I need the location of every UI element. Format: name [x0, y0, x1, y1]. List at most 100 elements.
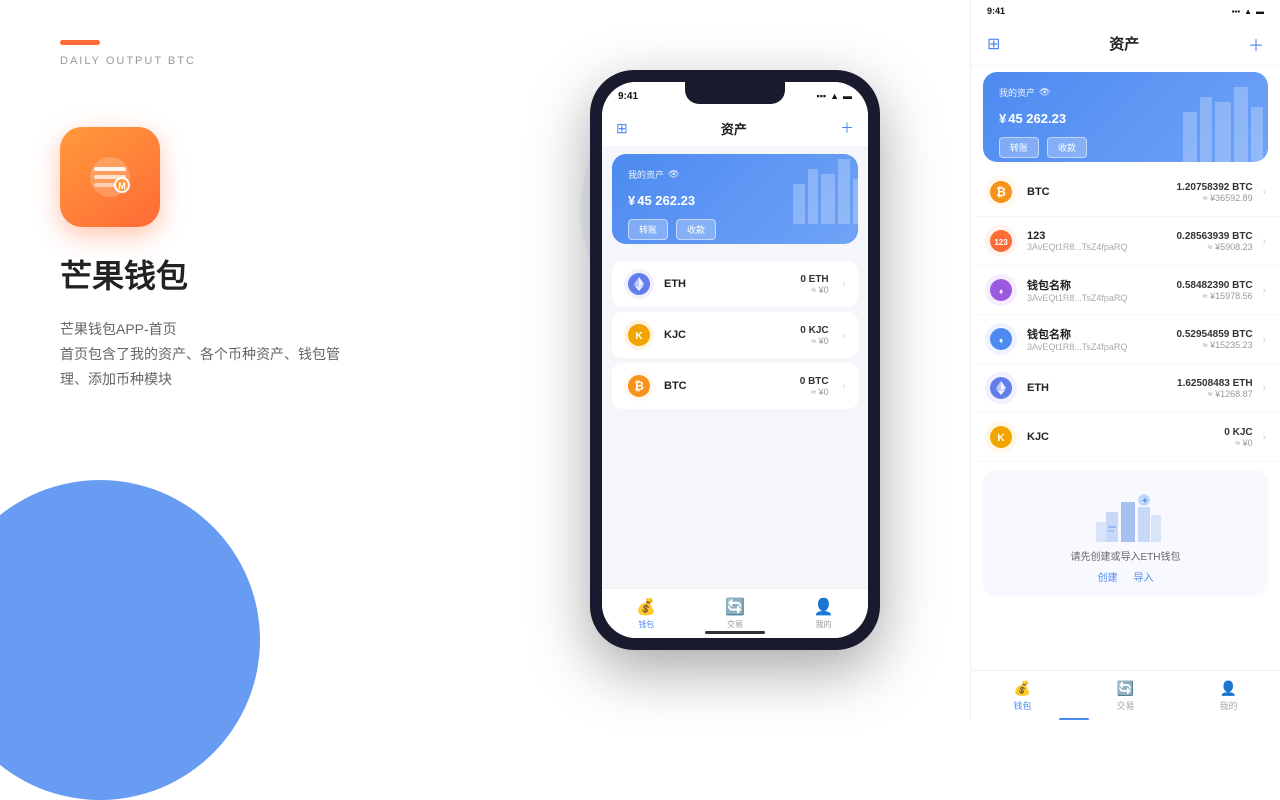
right-kjc-info: KJC: [1027, 431, 1214, 443]
right-panel: 9:41 ▪▪▪ ▲ ▬ ⊞ 资产 ＋ 我的资产 👁 ¥45 262.23 转账: [970, 0, 1280, 720]
phone-nav-trade[interactable]: 🔄 交易: [725, 597, 745, 630]
kjc-name: KJC: [664, 329, 790, 341]
mine-nav-icon: 👤: [814, 597, 834, 617]
right-header: ⊞ 资产 ＋: [971, 22, 1280, 66]
eth-import-link[interactable]: 导入: [1134, 569, 1154, 584]
home-indicator: [705, 631, 765, 634]
grid-icon[interactable]: ⊞: [616, 120, 628, 137]
phone-header: ⊞ 资产 ＋: [602, 110, 868, 146]
right-receive-btn[interactable]: 收款: [1047, 137, 1087, 158]
app-desc: 芒果钱包APP-首页 首页包含了我的资产、各个币种资产、钱包管 理、添加币种模块: [60, 317, 430, 393]
phone-notch: [685, 82, 785, 104]
app-desc-line1: 芒果钱包APP-首页: [60, 317, 430, 342]
right-btc-amount: 1.20758392 BTC: [1176, 182, 1252, 193]
right-coin-eth[interactable]: ETH 1.62508483 ETH ≈ ¥1268.87 ›: [971, 364, 1280, 413]
kjc-icon: K: [624, 320, 654, 350]
right-grid-icon[interactable]: ⊞: [987, 34, 1000, 54]
eye-icon[interactable]: 👁: [668, 169, 679, 180]
right-wallet2-name: 钱包名称: [1027, 326, 1166, 342]
phone-time: 9:41: [618, 91, 638, 102]
right-eye-icon[interactable]: 👁: [1039, 87, 1050, 98]
right-eth-arrow: ›: [1263, 383, 1266, 394]
right-coin-wallet2[interactable]: ♦ 钱包名称 3AvEQt1R8...TsZ4fpaRQ 0.52954859 …: [971, 315, 1280, 364]
phone-coin-btc[interactable]: ₿ BTC 0 BTC ≈ ¥0 ›: [612, 363, 858, 409]
right-wallet1-values: 0.58482390 BTC ≈ ¥15978.56: [1176, 280, 1252, 301]
wifi-icon: ▲: [830, 91, 839, 101]
right-wallet1-value: ≈ ¥15978.56: [1176, 291, 1252, 301]
svg-text:+: +: [1142, 496, 1148, 507]
right-coin-123[interactable]: 123 123 3AvEQt1R8...TsZ4fpaRQ 0.28563939…: [971, 217, 1280, 266]
eth-create-link[interactable]: 创建: [1098, 569, 1118, 584]
right-wallet1-arrow: ›: [1263, 285, 1266, 296]
right-wallet1-addr: 3AvEQt1R8...TsZ4fpaRQ: [1027, 293, 1166, 303]
right-kjc-icon: K: [985, 421, 1017, 453]
phone-section: 9:41 ▪▪▪ ▲ ▬ ⊞ 资产 ＋: [490, 0, 980, 720]
kjc-right: 0 KJC ≈ ¥0: [800, 325, 828, 346]
right-123-name: 123: [1027, 230, 1166, 242]
right-signal-icon: ▪▪▪: [1232, 7, 1241, 16]
right-wallet1-icon: ♦: [985, 274, 1017, 306]
right-coin-wallet1[interactable]: ♦ 钱包名称 3AvEQt1R8...TsZ4fpaRQ 0.58482390 …: [971, 266, 1280, 315]
phone-transfer-btn[interactable]: 转账: [628, 219, 668, 240]
right-eth-values: 1.62508483 ETH ≈ ¥1268.87: [1177, 378, 1253, 399]
right-123-arrow: ›: [1263, 236, 1266, 247]
right-header-title: 资产: [1109, 33, 1139, 54]
right-eth-icon: [985, 372, 1017, 404]
eth-prompt: + 请先创建或导入ETH钱包 创建 导入: [983, 470, 1268, 596]
eth-prompt-text: 请先创建或导入ETH钱包: [1071, 548, 1181, 563]
left-panel: DAILY OUTPUT BTC M 芒果钱包 芒果钱包APP-首页 首页包含了…: [0, 0, 490, 720]
right-123-values: 0.28563939 BTC ≈ ¥5908.23: [1176, 231, 1252, 252]
add-icon[interactable]: ＋: [840, 118, 854, 138]
right-wallet1-name: 钱包名称: [1027, 277, 1166, 293]
svg-text:123: 123: [994, 238, 1008, 247]
phone-nav-wallet[interactable]: 💰 钱包: [636, 597, 656, 630]
phone-receive-btn[interactable]: 收款: [676, 219, 716, 240]
right-kjc-arrow: ›: [1263, 432, 1266, 443]
right-asset-card: 我的资产 👁 ¥45 262.23 转账 收款: [983, 72, 1268, 162]
phone-screen: 9:41 ▪▪▪ ▲ ▬ ⊞ 资产 ＋: [602, 82, 868, 638]
phone-asset-card: 我的资产 👁 ¥45 262.23 转账 收款: [612, 154, 858, 244]
right-wallet2-value: ≈ ¥15235.23: [1176, 340, 1252, 350]
right-btc-value: ≈ ¥36592.89: [1176, 193, 1252, 203]
phone-nav-mine[interactable]: 👤 我的: [814, 597, 834, 630]
right-123-info: 123 3AvEQt1R8...TsZ4fpaRQ: [1027, 230, 1166, 252]
eth-right: 0 ETH ≈ ¥0: [800, 274, 828, 295]
wallet-nav-icon: 💰: [636, 597, 656, 617]
btc-value: ≈ ¥0: [800, 387, 829, 397]
right-transfer-btn[interactable]: 转账: [999, 137, 1039, 158]
right-nav-mine[interactable]: 👤 我的: [1219, 680, 1237, 712]
right-123-value: ≈ ¥5908.23: [1176, 242, 1252, 252]
right-nav-wallet[interactable]: 💰 钱包: [1013, 680, 1031, 712]
right-123-addr: 3AvEQt1R8...TsZ4fpaRQ: [1027, 242, 1166, 252]
right-123-icon: 123: [985, 225, 1017, 257]
svg-text:₿: ₿: [634, 379, 644, 393]
right-btc-values: 1.20758392 BTC ≈ ¥36592.89: [1176, 182, 1252, 203]
btc-icon: ₿: [624, 371, 654, 401]
right-kjc-value: ≈ ¥0: [1224, 438, 1252, 448]
eth-prompt-illustration: +: [1086, 482, 1166, 542]
phone-header-title: 资产: [721, 119, 747, 138]
eth-arrow: ›: [843, 279, 846, 290]
mine-nav-label: 我的: [816, 619, 832, 630]
app-logo-svg: M: [80, 147, 140, 207]
right-coin-btc[interactable]: ₿ BTC 1.20758392 BTC ≈ ¥36592.89 ›: [971, 168, 1280, 217]
app-desc-line3: 理、添加币种模块: [60, 367, 430, 392]
right-kjc-name: KJC: [1027, 431, 1214, 443]
right-time: 9:41: [987, 6, 1005, 16]
phone-coin-eth[interactable]: ETH 0 ETH ≈ ¥0 ›: [612, 261, 858, 307]
kjc-arrow: ›: [843, 330, 846, 341]
right-kjc-amount: 0 KJC: [1224, 427, 1252, 438]
right-add-icon[interactable]: ＋: [1248, 32, 1264, 56]
app-icon-wrapper: M: [60, 127, 430, 227]
btc-amount: 0 BTC: [800, 376, 829, 387]
right-coin-list: ₿ BTC 1.20758392 BTC ≈ ¥36592.89 › 123 1…: [971, 168, 1280, 462]
phone-coin-kjc[interactable]: K KJC 0 KJC ≈ ¥0 ›: [612, 312, 858, 358]
phone-coin-list: ETH 0 ETH ≈ ¥0 › K KJC 0 KJC ≈ ¥0: [602, 252, 868, 418]
svg-text:♦: ♦: [999, 287, 1003, 296]
right-coin-kjc[interactable]: K KJC 0 KJC ≈ ¥0 ›: [971, 413, 1280, 462]
eth-prompt-links: 创建 导入: [1098, 569, 1154, 584]
signal-icon: ▪▪▪: [817, 91, 827, 101]
right-nav-trade[interactable]: 🔄 交易: [1116, 680, 1134, 712]
right-wallet2-arrow: ›: [1263, 334, 1266, 345]
right-wallet2-icon: ♦: [985, 323, 1017, 355]
